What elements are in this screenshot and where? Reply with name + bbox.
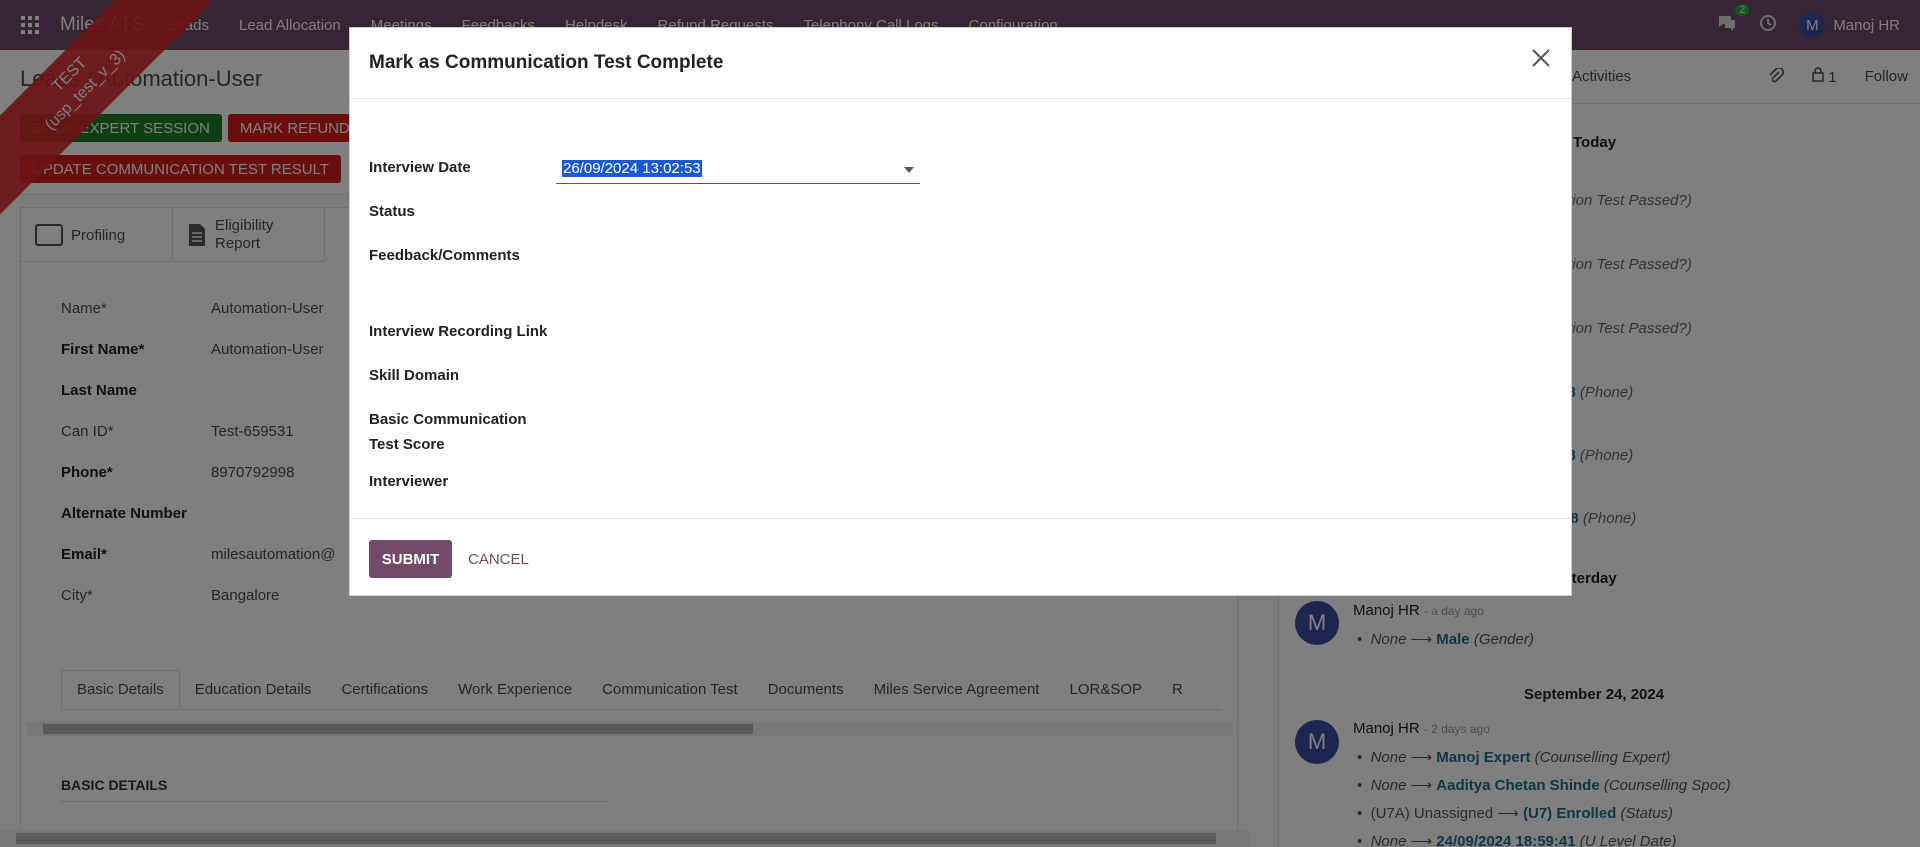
dialog-title: Mark as Communication Test Complete bbox=[369, 52, 724, 73]
skill-domain-label: Skill Domain bbox=[369, 367, 460, 384]
chevron-down-icon[interactable] bbox=[904, 167, 914, 173]
status-label: Status bbox=[369, 203, 415, 220]
feedback-label: Feedback/Comments bbox=[369, 247, 520, 264]
interview-date-label: Interview Date bbox=[369, 159, 471, 176]
close-icon[interactable] bbox=[1529, 46, 1553, 70]
test-score-label: Basic Communication Test Score bbox=[369, 411, 527, 453]
submit-button[interactable]: SUBMIT bbox=[369, 540, 452, 578]
interview-date-value[interactable]: 26/09/2024 13:02:53 bbox=[562, 160, 702, 177]
dialog-footer: SUBMIT CANCEL bbox=[350, 518, 1571, 596]
communication-test-dialog: Mark as Communication Test Complete Inte… bbox=[349, 27, 1572, 596]
dialog-header: Mark as Communication Test Complete bbox=[350, 28, 1571, 99]
interviewer-label: Interviewer bbox=[369, 473, 449, 490]
recording-link-label: Interview Recording Link bbox=[369, 323, 548, 340]
interview-date-input[interactable]: 26/09/2024 13:02:53 bbox=[556, 156, 920, 184]
cancel-button[interactable]: CANCEL bbox=[468, 540, 529, 578]
